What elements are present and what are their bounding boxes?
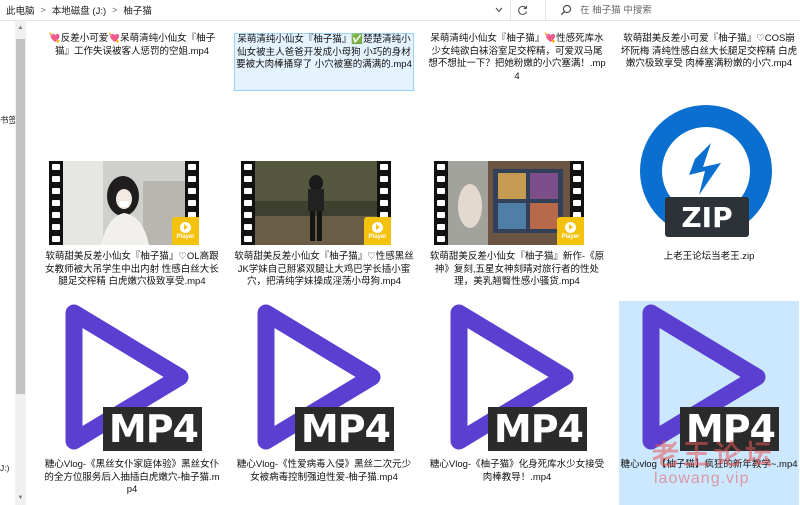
- mp4-icon: MP4: [437, 301, 587, 451]
- film-strip: [434, 161, 448, 245]
- navigation-pane[interactable]: 书签 J:): [0, 21, 17, 505]
- chevron-down-icon: [495, 7, 503, 13]
- breadcrumb-this-pc[interactable]: 此电脑: [6, 3, 35, 17]
- file-name: 呆萌清纯小仙女『柚子猫』💘性感死库水少女纯欲白袜浴室足交榨精，可爱双马尾想不想扯…: [428, 33, 606, 82]
- file-item[interactable]: 呆萌清纯小仙女『柚子猫』💘性感死库水少女纯欲白袜浴室足交榨精，可爱双马尾想不想扯…: [427, 33, 607, 91]
- player-badge-label: Player: [561, 233, 580, 240]
- refresh-icon: [517, 5, 527, 15]
- player-badge: Player: [364, 217, 391, 245]
- nav-item-drive-j[interactable]: J:): [0, 463, 9, 473]
- play-icon: [372, 221, 383, 233]
- file-list-view[interactable]: 💘反差小可爱💘呆萌清纯小仙女『柚子猫』工作失误被客人惩罚的空姐.mp4 呆萌清纯…: [27, 21, 800, 505]
- file-item[interactable]: MP4 糖心Vlog-《柚子猫》化身死库水少女接受肉棒教导！.mp4: [427, 301, 607, 505]
- search-input[interactable]: [580, 4, 780, 16]
- player-badge: Player: [557, 217, 584, 245]
- scroll-up-arrow-icon[interactable]: ▲: [16, 23, 25, 33]
- chevron-right-icon[interactable]: >: [110, 5, 119, 15]
- file-name: 软萌甜美反差小仙女『柚子猫』新作-《原神》复刻,五星女神刻晴对旅行者的性处理，美…: [429, 251, 605, 287]
- file-name: 上老王论坛当老王.zip: [663, 251, 755, 262]
- chevron-right-icon[interactable]: >: [39, 5, 48, 15]
- address-history-dropdown[interactable]: [490, 0, 508, 20]
- file-name: 软萌甜美反差小仙女『柚子猫』♡性感黑丝JK学妹自己掰紧双腿让大鸡巴学长插小蜜穴，…: [234, 251, 414, 287]
- video-thumbnail: Player: [434, 161, 584, 245]
- mp4-icon: MP4: [629, 301, 779, 451]
- mp4-icon-label: MP4: [487, 407, 587, 451]
- search-icon: [560, 4, 572, 16]
- file-item[interactable]: 💘反差小可爱💘呆萌清纯小仙女『柚子猫』工作失误被客人惩罚的空姐.mp4: [42, 33, 222, 91]
- video-frame: [448, 161, 570, 245]
- player-badge-label: Player: [368, 233, 387, 240]
- file-name: 糖心Vlog-《柚子猫》化身死库水少女接受肉棒教导！.mp4: [429, 459, 605, 483]
- mp4-icon-label: MP4: [102, 407, 202, 451]
- video-frame: [255, 161, 377, 245]
- file-item[interactable]: Player 软萌甜美反差小仙女『柚子猫』♡OL高跟女教师被大吊学生中出内射 性…: [42, 151, 222, 303]
- video-thumbnail: Player: [49, 161, 199, 245]
- file-item[interactable]: Player 软萌甜美反差小仙女『柚子猫』♡性感黑丝JK学妹自己掰紧双腿让大鸡巴…: [234, 151, 414, 303]
- mp4-icon: MP4: [244, 301, 394, 451]
- nav-scrollbar[interactable]: ▲ ▼: [15, 21, 26, 505]
- breadcrumb-local-disk[interactable]: 本地磁盘 (J:): [52, 3, 106, 17]
- video-thumbnail: Player: [241, 161, 391, 245]
- breadcrumb-current-folder[interactable]: 柚子猫: [123, 3, 152, 17]
- file-item-selected[interactable]: MP4 糖心vlog【柚子猫】疯狂的新年教学~.mp4: [619, 301, 799, 505]
- file-item[interactable]: ZIP 上老王论坛当老王.zip: [619, 101, 799, 281]
- mp4-icon-label: MP4: [679, 407, 779, 451]
- file-item[interactable]: 呆萌清纯小仙女『柚子猫』✅楚楚清纯小仙女被主人爸爸开发成小母狗 小巧的身材要被大…: [234, 33, 414, 91]
- address-bar[interactable]: 此电脑 > 本地磁盘 (J:) > 柚子猫: [0, 0, 800, 21]
- refresh-button[interactable]: [510, 0, 533, 20]
- play-icon: [180, 221, 191, 233]
- file-item[interactable]: Player 软萌甜美反差小仙女『柚子猫』新作-《原神》复刻,五星女神刻晴对旅行…: [427, 151, 607, 303]
- video-frame: [63, 161, 185, 245]
- file-item[interactable]: MP4 糖心Vlog-《性爱病毒入侵》黑丝二次元少女被病毒控制强迫性爱-柚子猫.…: [234, 301, 414, 505]
- scroll-down-arrow-icon[interactable]: ▼: [16, 493, 25, 503]
- file-name: 💘反差小可爱💘呆萌清纯小仙女『柚子猫』工作失误被客人惩罚的空姐.mp4: [48, 33, 216, 57]
- film-strip: [49, 161, 63, 245]
- scrollbar-thumb[interactable]: [16, 39, 25, 394]
- file-name: 呆萌清纯小仙女『柚子猫』✅楚楚清纯小仙女被主人爸爸开发成小母狗 小巧的身材要被大…: [236, 34, 412, 70]
- file-name: 糖心vlog【柚子猫】疯狂的新年教学~.mp4: [620, 459, 798, 470]
- file-item[interactable]: 软萌甜美反差小可爱『柚子猫』♡COS崩坏阮梅 清纯性感白丝大长腿足交榨精 白虎嫩…: [619, 33, 799, 91]
- player-badge: Player: [172, 217, 199, 245]
- file-name: 软萌甜美反差小可爱『柚子猫』♡COS崩坏阮梅 清纯性感白丝大长腿足交榨精 白虎嫩…: [620, 33, 798, 69]
- zip-icon-label: ZIP: [681, 201, 732, 234]
- file-name: 软萌甜美反差小仙女『柚子猫』♡OL高跟女教师被大吊学生中出内射 性感白丝大长腿足…: [45, 251, 219, 287]
- zip-icon: ZIP: [640, 105, 772, 237]
- search-box[interactable]: [545, 0, 800, 20]
- file-item[interactable]: MP4 糖心Vlog-《黑丝女仆家庭体验》黑丝女仆的全方位服务后入抽插白虎嫩穴-…: [42, 301, 222, 505]
- file-name: 糖心Vlog-《性爱病毒入侵》黑丝二次元少女被病毒控制强迫性爱-柚子猫.mp4: [236, 459, 412, 483]
- mp4-icon-label: MP4: [294, 407, 394, 451]
- file-name: 糖心Vlog-《黑丝女仆家庭体验》黑丝女仆的全方位服务后入抽插白虎嫩穴-柚子猫.…: [44, 459, 220, 495]
- play-icon: [565, 221, 576, 233]
- mp4-icon: MP4: [52, 301, 202, 451]
- player-badge-label: Player: [176, 233, 195, 240]
- breadcrumb[interactable]: 此电脑 > 本地磁盘 (J:) > 柚子猫: [6, 3, 152, 17]
- film-strip: [241, 161, 255, 245]
